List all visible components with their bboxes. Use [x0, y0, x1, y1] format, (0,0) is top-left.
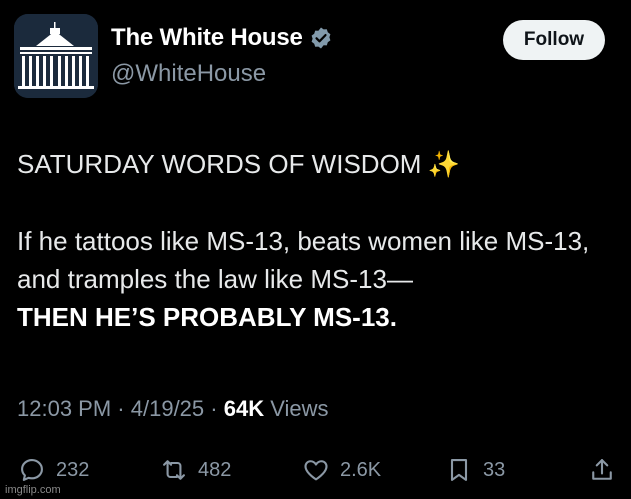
sparkles-icon: ✨: [427, 149, 460, 179]
meta-separator: ·: [210, 396, 224, 421]
repost-count: 482: [198, 458, 232, 481]
avatar[interactable]: [14, 14, 98, 98]
views-label: Views: [270, 396, 329, 421]
reply-button[interactable]: 232: [18, 452, 89, 488]
verified-badge-icon[interactable]: [309, 26, 333, 50]
tweet-text: SATURDAY WORDS OF WISDOM ✨ If he tattoos …: [17, 145, 617, 336]
share-button[interactable]: [588, 452, 616, 488]
account-name-row[interactable]: The White House: [111, 24, 333, 52]
tweet-heading-line: SATURDAY WORDS OF WISDOM ✨: [17, 145, 617, 183]
bookmark-icon: [450, 459, 468, 481]
tweet-card: The White House @WhiteHouse Follow SATUR…: [0, 0, 631, 499]
tweet-meta: 12:03 PM · 4/19/25 · 64K Views: [17, 396, 329, 422]
tweet-time[interactable]: 12:03 PM: [17, 396, 111, 421]
tweet-heading: SATURDAY WORDS OF WISDOM: [17, 149, 422, 179]
bookmark-count: 33: [483, 458, 506, 481]
tweet-emphasis: THEN HE’S PROBABLY MS-13.: [17, 302, 397, 332]
meta-separator: ·: [117, 396, 131, 421]
like-count: 2.6K: [340, 458, 382, 481]
reply-icon: [21, 459, 43, 481]
follow-button[interactable]: Follow: [503, 20, 605, 60]
repost-button[interactable]: 482: [160, 452, 231, 488]
handle[interactable]: @WhiteHouse: [111, 60, 266, 88]
like-button[interactable]: 2.6K: [302, 452, 381, 488]
reply-count: 232: [56, 458, 90, 481]
heart-icon: [304, 460, 328, 481]
tweet-date[interactable]: 4/19/25: [131, 396, 204, 421]
display-name[interactable]: The White House: [111, 24, 303, 52]
tweet-body: If he tattoos like MS-13, beats women li…: [17, 226, 590, 294]
views-count: 64K: [223, 396, 265, 421]
bookmark-button[interactable]: 33: [445, 452, 505, 488]
white-house-logo-icon: [14, 14, 98, 98]
action-bar: 232 482 2.6K 33: [0, 452, 631, 488]
repost-icon: [163, 460, 185, 480]
imgflip-watermark: imgflip.com: [5, 484, 61, 496]
share-icon: [592, 459, 612, 480]
